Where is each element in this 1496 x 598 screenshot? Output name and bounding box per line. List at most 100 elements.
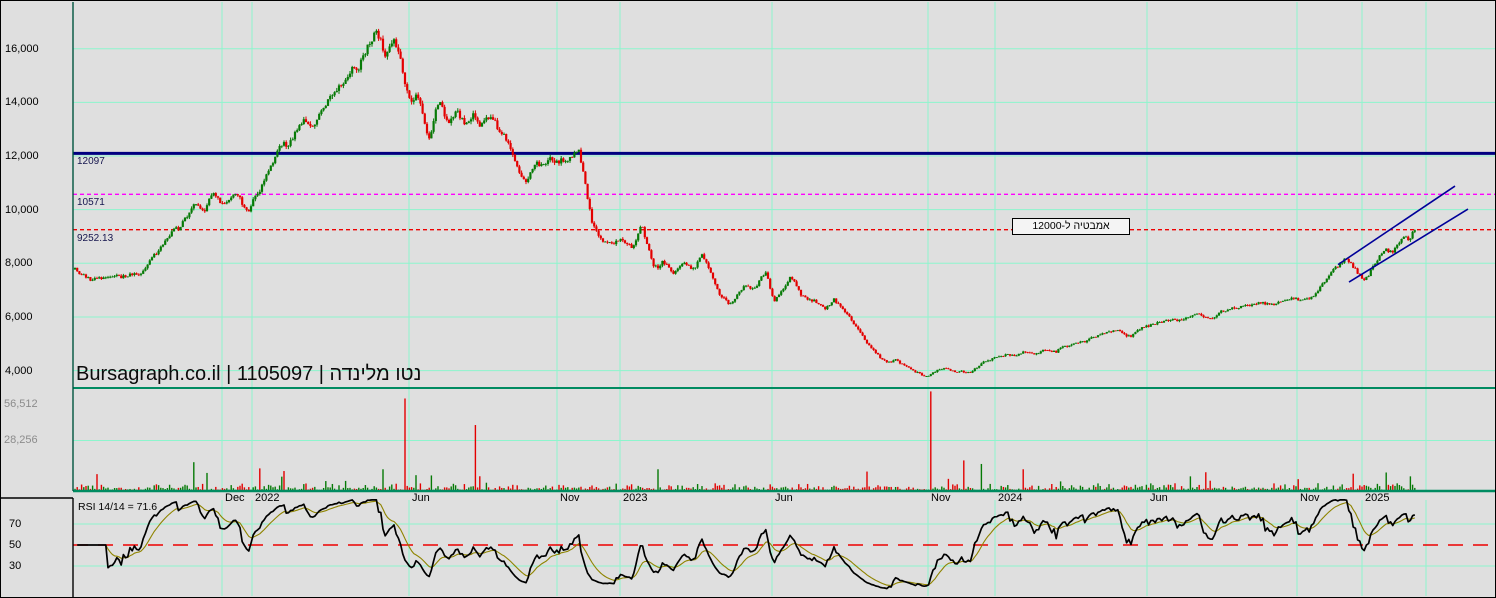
- x-axis-label: Jun: [412, 492, 430, 504]
- candle-body: [82, 274, 85, 276]
- candle-body: [597, 230, 600, 236]
- candle-body: [742, 286, 745, 291]
- candle-body: [1301, 299, 1304, 301]
- candle-body: [879, 354, 882, 358]
- volume-bar: [1123, 485, 1126, 491]
- candle-body: [379, 38, 382, 40]
- volume-bar: [1376, 483, 1379, 491]
- candle-body: [120, 275, 123, 279]
- candle-body: [1165, 319, 1168, 321]
- volume-bar: [193, 462, 195, 491]
- x-axis-label: Nov: [560, 492, 580, 504]
- volume-bar: [930, 391, 932, 491]
- candle-body: [1321, 283, 1324, 287]
- candle-body: [1213, 317, 1216, 319]
- volume-bar: [283, 471, 285, 491]
- candle-body: [390, 43, 393, 47]
- candle-body: [670, 267, 673, 272]
- candle-body: [942, 368, 946, 370]
- candle-body: [610, 242, 613, 244]
- candle-body: [1385, 248, 1388, 252]
- candle-body: [1220, 310, 1223, 313]
- candle-body: [925, 376, 928, 377]
- annotation-box[interactable]: אמבטיה ל-12000: [1012, 218, 1130, 235]
- candle-body: [804, 295, 807, 298]
- candle-body: [441, 102, 444, 107]
- volume-bar: [1007, 485, 1009, 491]
- candle-body: [1187, 317, 1190, 319]
- candle-body: [1030, 352, 1034, 354]
- candle-body: [1013, 354, 1016, 357]
- candle-body: [980, 363, 983, 366]
- candle-body: [938, 369, 941, 371]
- candle-body: [692, 268, 695, 269]
- candle-body: [1200, 313, 1203, 316]
- volume-bar: [206, 472, 208, 491]
- candle-body: [564, 161, 567, 163]
- candle-body: [307, 122, 310, 124]
- candle-body: [1294, 298, 1298, 299]
- candle-body: [234, 194, 237, 195]
- candle-body: [960, 370, 963, 372]
- candle-body: [956, 371, 959, 373]
- candle-body: [128, 273, 132, 277]
- volume-bar: [1059, 481, 1062, 491]
- candle-body: [868, 343, 871, 346]
- candle-body: [1180, 319, 1183, 321]
- candle-body: [443, 106, 446, 117]
- candle-body: [150, 257, 154, 261]
- volume-bar: [391, 484, 393, 491]
- candle-body: [408, 90, 411, 98]
- candle-body: [1259, 302, 1262, 304]
- candle-body: [333, 92, 336, 96]
- candle-body: [1334, 266, 1337, 269]
- chart-canvas[interactable]: [1, 1, 1496, 598]
- candle-body: [661, 260, 664, 266]
- candle-body: [293, 131, 297, 140]
- volume-bar: [696, 484, 699, 491]
- volume-bar: [806, 483, 809, 491]
- candle-body: [102, 277, 105, 280]
- volume-bar: [630, 484, 633, 491]
- candle-body: [890, 361, 893, 363]
- candle-body: [762, 275, 765, 277]
- volume-bar: [1409, 476, 1412, 491]
- volume-bar: [963, 460, 965, 491]
- candle-body: [586, 183, 589, 200]
- volume-axis-label: 28,256: [4, 434, 38, 446]
- candle-body: [1151, 324, 1155, 325]
- candle-body: [1066, 346, 1069, 347]
- candle-body: [806, 297, 809, 300]
- candle-body: [1242, 305, 1245, 307]
- candle-body: [573, 152, 576, 158]
- volume-bar: [430, 475, 433, 491]
- candle-body: [395, 39, 398, 48]
- candle-body: [777, 294, 781, 298]
- candle-body: [1118, 330, 1122, 332]
- candle-body: [606, 241, 609, 243]
- candle-body: [1147, 325, 1150, 327]
- candle-body: [1250, 304, 1254, 306]
- candle-body: [197, 204, 200, 206]
- candle-body: [791, 277, 794, 280]
- candle-body: [821, 304, 825, 307]
- candle-body: [318, 114, 321, 120]
- candle-body: [685, 262, 688, 265]
- candle-body: [1178, 319, 1181, 322]
- candle-body: [447, 119, 451, 124]
- candle-body: [458, 110, 462, 119]
- candle-body: [1279, 301, 1282, 303]
- candle-body: [258, 191, 261, 194]
- candle-body: [252, 199, 255, 207]
- candle-body: [575, 151, 578, 153]
- candle-body: [535, 161, 539, 165]
- candle-body: [665, 264, 668, 265]
- candle-body: [1048, 350, 1051, 352]
- candle-body: [1292, 297, 1295, 299]
- candle-body: [450, 118, 453, 124]
- candle-body: [513, 154, 517, 162]
- candle-body: [357, 69, 360, 71]
- candle-body: [835, 298, 838, 303]
- candle-body: [1004, 354, 1007, 357]
- candle-body: [707, 262, 710, 268]
